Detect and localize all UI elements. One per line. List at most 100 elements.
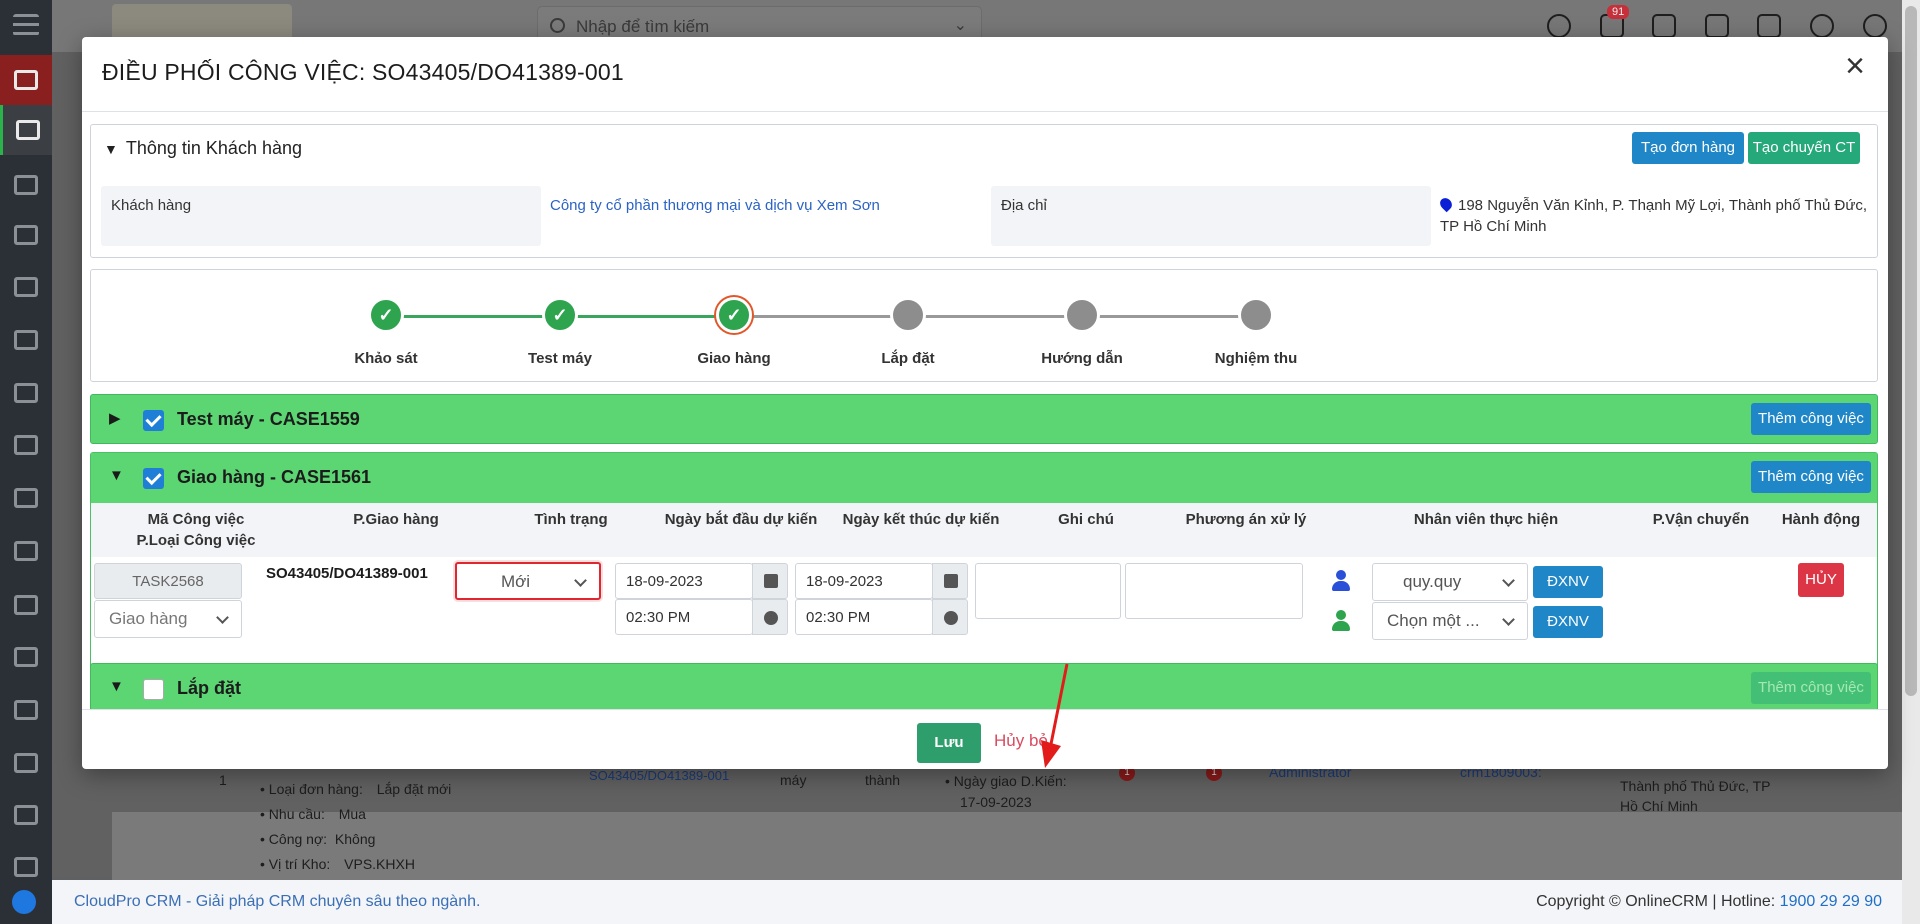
p-giao-hang-value: SO43405/DO41389-001 xyxy=(266,565,428,582)
step-dot[interactable] xyxy=(890,297,926,333)
section-lap-dat: ▼ Lắp đặt Thêm công việc xyxy=(90,663,1878,709)
add-task-button[interactable]: Thêm công việc xyxy=(1751,403,1871,435)
modal-footer-divider xyxy=(82,709,1888,710)
status-select[interactable]: Mới xyxy=(455,562,601,600)
bg-loai-don-hang: • Loại đơn hàng: Lắp đặt mới xyxy=(260,781,452,797)
section-lap-title: Lắp đặt xyxy=(177,678,242,698)
customer-info-toggle[interactable]: ▼ Thông tin Khách hàng xyxy=(104,138,302,159)
add-task-button[interactable]: Thêm công việc xyxy=(1751,672,1871,704)
close-icon[interactable]: × xyxy=(1838,49,1872,85)
col-p-van-chuyen: P.Vận chuyển xyxy=(1652,511,1750,528)
check-icon: ✓ xyxy=(726,305,742,325)
triangle-right-icon[interactable]: ▶ xyxy=(109,409,121,427)
bg-so-ref-link[interactable]: SO43405/DO41389-001 xyxy=(589,768,729,783)
col-hanh-dong: Hành động xyxy=(1781,511,1861,528)
address-value: 198 Nguyễn Văn Kỉnh, P. Thạnh Mỹ Lợi, Th… xyxy=(1437,186,1870,237)
scrollbar-thumb[interactable] xyxy=(1905,6,1917,696)
section-giao-title: Giao hàng - CASE1561 xyxy=(177,467,372,487)
bg-nhu-cau: • Nhu cầu: Mua xyxy=(260,806,366,822)
col-nhan-vien: Nhân viên thực hiện xyxy=(1413,511,1559,528)
step-label: Lắp đặt xyxy=(881,350,935,367)
calendar-icon[interactable] xyxy=(932,563,968,599)
bg-vi-tri-kho: • Vị trí Kho: VPS.KHXH xyxy=(260,856,415,872)
bg-may: máy xyxy=(780,772,807,788)
section-test-checkbox[interactable] xyxy=(143,410,164,431)
bg-cong-no: • Công nợ: Không xyxy=(260,831,376,847)
user-icon xyxy=(1332,570,1350,592)
col-ngay-ket-thuc: Ngày kết thúc dự kiến xyxy=(842,511,1000,528)
solution-textarea[interactable] xyxy=(1125,563,1303,619)
modal-body: ▼ Thông tin Khách hàng Tạo đơn hàng Tạo c… xyxy=(82,112,1888,709)
cancel-task-button[interactable]: HỦY xyxy=(1798,563,1844,597)
staff-select-1[interactable]: quy.quy xyxy=(1372,563,1528,601)
check-icon: ✓ xyxy=(552,305,568,325)
step-label: Test máy xyxy=(528,350,592,367)
section-test-title: Test máy - CASE1559 xyxy=(177,409,360,429)
triangle-down-icon[interactable]: ▼ xyxy=(109,678,124,695)
modal-title: ĐIỀU PHỐI CÔNG VIỆC: SO43405/DO41389-001 xyxy=(102,59,624,85)
step-label: Hướng dẫn xyxy=(1041,350,1123,367)
clock-icon[interactable] xyxy=(752,599,788,635)
start-date-input[interactable]: 18-09-2023 xyxy=(615,563,753,599)
step-connector xyxy=(560,315,734,318)
step-label: Giao hàng xyxy=(697,350,771,367)
footer-tagline: CloudPro CRM - Giải pháp CRM chuyên sâu … xyxy=(74,893,481,910)
progress-steps-panel: ✓ Khảo sát ✓ Test máy ✓ Giao hàng Lắp đặt Hướng… xyxy=(90,269,1878,382)
step-dot[interactable]: ✓ xyxy=(542,297,578,333)
start-time-input[interactable]: 02:30 PM xyxy=(615,599,753,635)
note-textarea[interactable] xyxy=(975,563,1121,619)
footer-copyright: Copyright © OnlineCRM | Hotline: 1900 29… xyxy=(1536,893,1882,910)
create-order-button[interactable]: Tạo đơn hàng xyxy=(1632,132,1744,164)
bg-row-index: 1 xyxy=(219,772,227,788)
section-lap-checkbox[interactable] xyxy=(143,679,164,700)
section-test-may: ▶ Test máy - CASE1559 Thêm công việc xyxy=(90,394,1878,444)
bg-address-partial: Thành phố Thủ Đức, TP Hồ Chí Minh xyxy=(1620,778,1771,814)
step-dot[interactable]: ✓ xyxy=(368,297,404,333)
triangle-down-icon: ▼ xyxy=(104,141,118,157)
add-task-button[interactable]: Thêm công việc xyxy=(1751,461,1871,493)
col-ghi-chu: Ghi chú xyxy=(1058,511,1114,528)
bg-ngay-giao-value: 17-09-2023 xyxy=(960,794,1032,810)
step-dot[interactable] xyxy=(1064,297,1100,333)
task-code-field: TASK2568 xyxy=(94,563,242,599)
dxnv-button[interactable]: ĐXNV xyxy=(1533,566,1603,598)
customer-label: Khách hàng xyxy=(101,186,541,246)
step-dot[interactable]: ✓ xyxy=(716,297,752,333)
customer-link[interactable]: Công ty cổ phần thương mại và dịch vụ Xe… xyxy=(550,186,990,225)
customer-info-panel: ▼ Thông tin Khách hàng Tạo đơn hàng Tạo c… xyxy=(90,124,1878,258)
step-dot[interactable] xyxy=(1238,297,1274,333)
col-p-giao-hang: P.Giao hàng xyxy=(353,511,439,528)
bg-ngay-giao: • Ngày giao D.Kiến: xyxy=(945,773,1067,789)
end-date-input[interactable]: 18-09-2023 xyxy=(795,563,933,599)
step-label: Khảo sát xyxy=(354,350,418,367)
messenger-icon[interactable] xyxy=(12,890,36,914)
dxnv-button[interactable]: ĐXNV xyxy=(1533,606,1603,638)
save-button[interactable]: Lưu xyxy=(917,723,981,763)
address-label: Địa chỉ xyxy=(991,186,1431,246)
step-connector xyxy=(386,315,560,318)
check-icon: ✓ xyxy=(378,305,394,325)
create-trip-button[interactable]: Tạo chuyến CT xyxy=(1748,132,1860,164)
staff-select-2[interactable]: Chọn một ... xyxy=(1372,602,1528,640)
step-connector xyxy=(734,315,908,318)
clock-icon[interactable] xyxy=(932,599,968,635)
col-ngay-bat-dau: Ngày bắt đầu dự kiến xyxy=(664,511,818,528)
map-pin-icon xyxy=(1437,195,1455,213)
section-giao-checkbox[interactable] xyxy=(143,468,164,489)
annotation-arrow xyxy=(1041,663,1069,768)
page-scrollbar[interactable] xyxy=(1902,0,1920,924)
triangle-down-icon[interactable]: ▼ xyxy=(109,467,124,484)
col-tinh-trang: Tình trạng xyxy=(534,511,608,528)
dispatch-modal: ĐIỀU PHỐI CÔNG VIỆC: SO43405/DO41389-001… xyxy=(82,37,1888,769)
col-phuong-an: Phương án xử lý xyxy=(1185,511,1307,528)
footer-hotline[interactable]: 1900 29 29 90 xyxy=(1780,893,1882,910)
col-ma-cv: Mã Công việc P.Loại Công việc xyxy=(136,511,256,549)
task-type-select[interactable]: Giao hàng xyxy=(94,600,242,638)
step-label: Nghiệm thu xyxy=(1214,350,1298,367)
bg-thanh: thành xyxy=(865,772,901,788)
calendar-icon[interactable] xyxy=(752,563,788,599)
step-connector xyxy=(1082,315,1256,318)
app-footer: CloudPro CRM - Giải pháp CRM chuyên sâu … xyxy=(12,880,1920,924)
steps-container: ✓ Khảo sát ✓ Test máy ✓ Giao hàng Lắp đặt Hướng… xyxy=(91,270,1877,381)
end-time-input[interactable]: 02:30 PM xyxy=(795,599,933,635)
